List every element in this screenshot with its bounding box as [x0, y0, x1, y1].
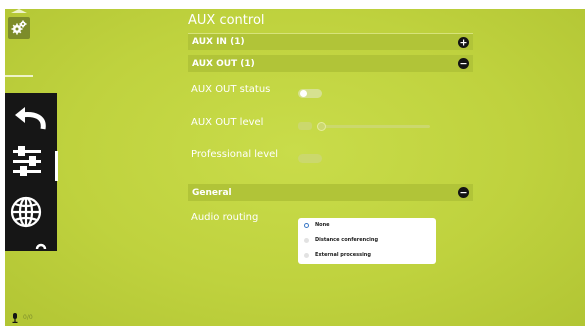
aux-out-title: AUX OUT (1) — [192, 58, 255, 69]
collapse-general-button[interactable] — [458, 187, 469, 198]
radio-button[interactable] — [304, 237, 309, 243]
routing-option-label: Distance conferencing — [315, 237, 379, 243]
aux-in-section-header[interactable]: AUX IN (1) — [188, 33, 473, 50]
slider-knob[interactable] — [317, 122, 326, 131]
expand-aux-in-button[interactable] — [458, 36, 469, 48]
side-panel — [5, 93, 57, 251]
routing-option-distance-conferencing[interactable]: Distance conferencing — [304, 237, 378, 243]
routing-option-label: None — [315, 222, 330, 228]
general-title: General — [192, 187, 232, 198]
globe-icon[interactable] — [9, 195, 43, 229]
audio-routing-label: Audio routing — [191, 212, 259, 223]
aux-out-level-slider[interactable] — [317, 122, 430, 131]
plus-icon — [460, 39, 467, 45]
collapse-aux-out-button[interactable] — [458, 58, 469, 69]
page-title: AUX control — [188, 13, 265, 28]
toggle-knob — [300, 90, 307, 97]
professional-level-label: Professional level — [191, 149, 279, 160]
aux-out-status-toggle[interactable] — [298, 89, 322, 98]
radio-button[interactable] — [304, 222, 309, 228]
toggle-knob — [300, 155, 307, 162]
gear-icon — [11, 20, 27, 35]
microphone-icon — [12, 313, 18, 323]
aux-out-section-header[interactable]: AUX OUT (1) — [188, 55, 473, 72]
routing-option-external-processing[interactable]: External processing — [304, 252, 371, 258]
general-section-header[interactable]: General — [188, 184, 473, 201]
sliders-icon[interactable] — [11, 145, 43, 181]
settings-button[interactable] — [8, 17, 30, 39]
routing-option-none[interactable]: None — [304, 222, 330, 228]
audio-routing-options: None Distance conferencing External proc… — [298, 218, 436, 264]
minus-icon — [460, 63, 467, 65]
collapse-arrow-icon[interactable] — [11, 9, 27, 13]
professional-level-toggle[interactable] — [298, 154, 322, 163]
aux-out-level-value[interactable] — [298, 122, 312, 130]
aux-out-level-label: AUX OUT level — [191, 117, 264, 128]
radio-button[interactable] — [304, 252, 309, 258]
partial-icon[interactable] — [35, 239, 47, 249]
minus-icon — [460, 192, 467, 194]
side-panel-scrollbar[interactable] — [55, 151, 58, 181]
back-arrow-icon[interactable] — [11, 101, 51, 133]
microphone-status: 0/0 — [23, 314, 33, 321]
routing-option-label: External processing — [315, 252, 371, 258]
aux-in-title: AUX IN (1) — [192, 37, 245, 47]
screen: AUX control AUX IN (1) AUX OUT (1) AUX O… — [5, 9, 585, 326]
aux-out-status-label: AUX OUT status — [191, 84, 271, 95]
expand-handle[interactable] — [5, 75, 33, 77]
